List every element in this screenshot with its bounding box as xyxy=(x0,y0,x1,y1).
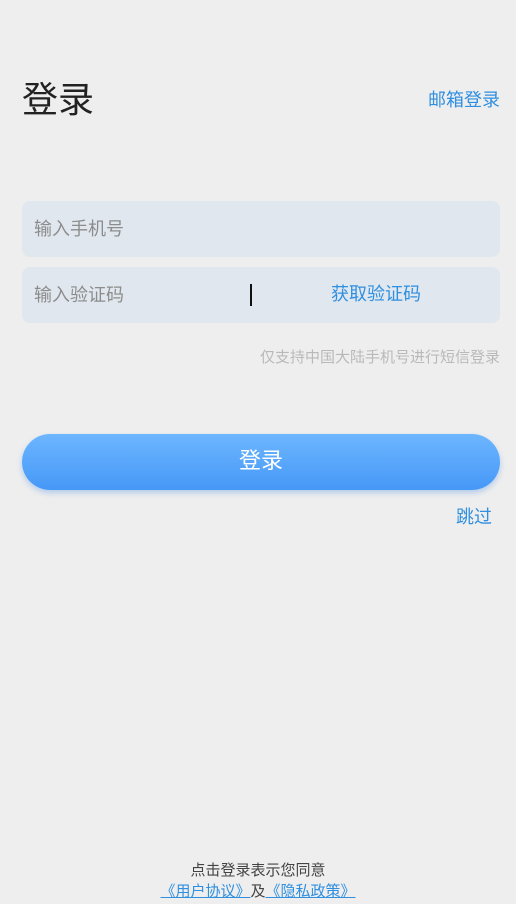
agreement-prefix: 点击登录表示您同意 xyxy=(190,861,326,879)
login-button[interactable]: 登录 xyxy=(22,434,500,490)
phone-field[interactable] xyxy=(22,201,500,257)
sms-hint: 仅支持中国大陆手机号进行短信登录 xyxy=(259,348,500,366)
agreement-and: 及 xyxy=(250,882,266,900)
email-login-link[interactable]: 邮箱登录 xyxy=(428,89,500,113)
user-agreement-link[interactable]: 《用户协议》 xyxy=(160,882,250,900)
text-cursor xyxy=(250,284,252,306)
page-title: 登录 xyxy=(22,80,95,121)
get-code-button[interactable]: 获取验证码 xyxy=(282,267,470,323)
phone-input[interactable] xyxy=(22,201,500,257)
agreement-links: 《用户协议》及《隐私政策》 xyxy=(0,881,516,901)
skip-link[interactable]: 跳过 xyxy=(456,506,492,530)
verification-code-field[interactable]: 获取验证码 xyxy=(22,267,500,323)
verification-code-input[interactable] xyxy=(22,267,242,323)
login-screen: 登录 邮箱登录 获取验证码 仅支持中国大陆手机号进行短信登录 登录 跳过 点击登… xyxy=(0,0,516,904)
agreement-text: 点击登录表示您同意 xyxy=(0,860,516,880)
privacy-policy-link[interactable]: 《隐私政策》 xyxy=(266,882,356,900)
